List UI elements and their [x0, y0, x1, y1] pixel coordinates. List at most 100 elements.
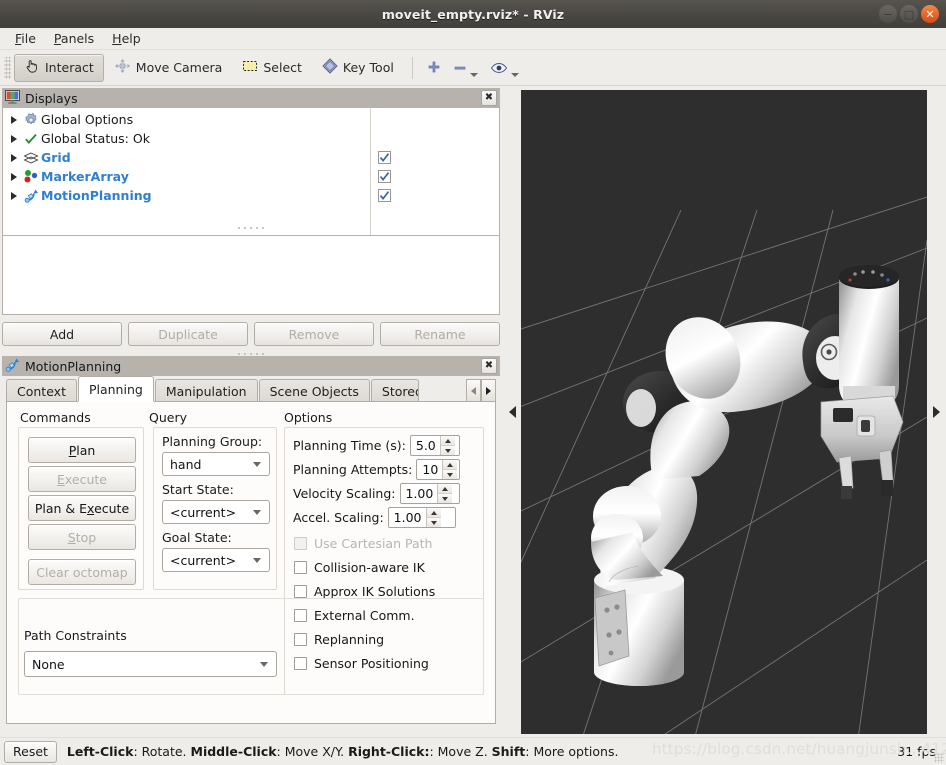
grid-enabled-checkbox[interactable] [371, 148, 499, 167]
spin-buttons[interactable] [426, 508, 441, 527]
display-row-grid[interactable]: Grid [3, 148, 370, 167]
panel-splitter[interactable] [0, 224, 502, 232]
spin-up-icon[interactable] [443, 460, 457, 470]
display-label: Grid [41, 150, 71, 165]
plan-button[interactable]: Plan [28, 437, 136, 463]
expand-arrow-icon[interactable] [7, 173, 21, 181]
display-properties-area[interactable] [2, 235, 500, 315]
spin-down-icon[interactable] [438, 494, 452, 503]
start-state-combo[interactable]: <current> [162, 500, 270, 524]
accel-scaling-value: 1.00 [389, 508, 426, 527]
tool-select[interactable]: Select [232, 54, 312, 82]
fps-indicator: 31 fps [897, 744, 936, 759]
goal-state-combo[interactable]: <current> [162, 548, 270, 572]
maximize-button[interactable]: □ [900, 5, 918, 23]
tab-scroll-right-button[interactable] [481, 379, 496, 402]
spin-down-icon[interactable] [443, 470, 457, 479]
spin-up-icon[interactable] [438, 484, 452, 494]
select-box-icon [242, 59, 258, 76]
value-cell-empty [371, 129, 499, 148]
clear-octomap-button[interactable]: Clear octomap [28, 559, 136, 585]
plus-icon [427, 61, 441, 75]
spin-down-icon[interactable] [441, 446, 455, 455]
right-dock-collapse-handle[interactable] [929, 90, 943, 734]
expand-arrow-icon[interactable] [7, 192, 21, 200]
display-row-global-status[interactable]: Global Status: Ok [3, 129, 370, 148]
duplicate-display-button[interactable]: Duplicate [128, 322, 248, 346]
rename-display-button[interactable]: Rename [380, 322, 500, 346]
focus-dropdown-caret[interactable] [511, 73, 519, 77]
zoom-out-button[interactable] [447, 54, 484, 82]
minimize-button[interactable]: − [879, 5, 897, 23]
velocity-scaling-spinbox[interactable]: 1.00 [400, 483, 460, 504]
expand-arrow-icon[interactable] [7, 154, 21, 162]
close-button[interactable]: ✕ [921, 5, 939, 23]
display-row-motionplanning[interactable]: MotionPlanning [3, 186, 370, 205]
velocity-scaling-row: Velocity Scaling: 1.00 [293, 482, 460, 505]
spin-down-icon[interactable] [427, 518, 441, 527]
menu-panels[interactable]: Panels [45, 29, 103, 48]
displays-panel-close-button[interactable]: ✖ [481, 90, 497, 106]
execute-button[interactable]: Execute [28, 466, 136, 492]
zoom-in-button[interactable] [421, 54, 447, 82]
menu-file[interactable]: File [6, 29, 45, 48]
planning-attempts-spinbox[interactable]: 10 [416, 459, 460, 480]
accel-scaling-row: Accel. Scaling: 1.00 [293, 506, 456, 529]
motionplanning-enabled-checkbox[interactable] [371, 186, 499, 205]
tab-label: Scene Objects [270, 384, 359, 399]
tool-move-camera[interactable]: Move Camera [104, 54, 233, 82]
triangle-left-icon [509, 406, 516, 418]
motion-planning-icon [5, 357, 20, 375]
plan-and-execute-button[interactable]: Plan & Execute [28, 495, 136, 521]
tab-context[interactable]: Context [6, 379, 77, 402]
stop-button[interactable]: Stop [28, 524, 136, 550]
tool-key[interactable]: Key Tool [312, 54, 404, 82]
tool-key-label: Key Tool [343, 60, 394, 75]
tab-stored[interactable]: Stored [371, 379, 419, 402]
use-cartesian-path-checkbox[interactable]: Use Cartesian Path [294, 531, 432, 555]
reset-button[interactable]: Reset [4, 741, 57, 763]
accel-scaling-spinbox[interactable]: 1.00 [388, 507, 456, 528]
resize-grip[interactable] [934, 753, 944, 763]
render-view-3d[interactable] [521, 90, 927, 734]
markerarray-enabled-checkbox[interactable] [371, 167, 499, 186]
move-camera-icon [114, 58, 131, 77]
diamond-key-icon [322, 58, 338, 77]
expand-arrow-icon[interactable] [7, 135, 21, 143]
left-dock-collapse-handle[interactable] [505, 90, 519, 734]
focus-button[interactable] [484, 54, 525, 82]
planning-time-spinbox[interactable]: 5.0 [410, 435, 460, 456]
motionplanning-panel-close-button[interactable]: ✖ [481, 358, 497, 374]
spin-buttons[interactable] [442, 460, 457, 479]
tool-interact[interactable]: Interact [14, 54, 104, 82]
toolbar: Interact Move Camera [0, 50, 946, 86]
expand-arrow-icon[interactable] [7, 116, 21, 124]
add-display-button[interactable]: Add [2, 322, 122, 346]
displays-panel-header: Displays ✖ [2, 88, 500, 108]
display-row-global-options[interactable]: Global Options [3, 110, 370, 129]
spin-buttons[interactable] [437, 484, 452, 503]
display-label: Global Options [41, 112, 133, 127]
tab-manipulation[interactable]: Manipulation [155, 379, 258, 402]
collision-aware-ik-checkbox[interactable]: Collision-aware IK [294, 555, 425, 579]
tab-planning[interactable]: Planning [78, 376, 154, 402]
spin-up-icon[interactable] [427, 508, 441, 518]
planning-group-combo[interactable]: hand [162, 452, 270, 476]
hint-left-click: Left-Click [67, 744, 134, 759]
display-row-markerarray[interactable]: MarkerArray [3, 167, 370, 186]
spin-buttons[interactable] [440, 436, 455, 455]
tab-scene-objects[interactable]: Scene Objects [259, 379, 370, 402]
motionplanning-body: Context Planning Manipulation Scene Obje… [2, 376, 500, 724]
clear-octomap-label: Clear octomap [36, 565, 128, 580]
goal-state-value: <current> [170, 553, 253, 568]
approx-ik-solutions-label: Approx IK Solutions [314, 584, 435, 599]
tab-scroll-left-button[interactable] [466, 379, 481, 402]
remove-display-button[interactable]: Remove [254, 322, 374, 346]
display-label: MarkerArray [41, 169, 129, 184]
toolbar-grip[interactable] [4, 57, 11, 79]
menu-help[interactable]: Help [103, 29, 150, 48]
zoom-out-dropdown-caret[interactable] [470, 73, 478, 77]
chevron-down-icon [253, 510, 261, 515]
spin-up-icon[interactable] [441, 436, 455, 446]
commands-group: Plan Execute Plan & Execute Stop Clear o [18, 427, 144, 590]
